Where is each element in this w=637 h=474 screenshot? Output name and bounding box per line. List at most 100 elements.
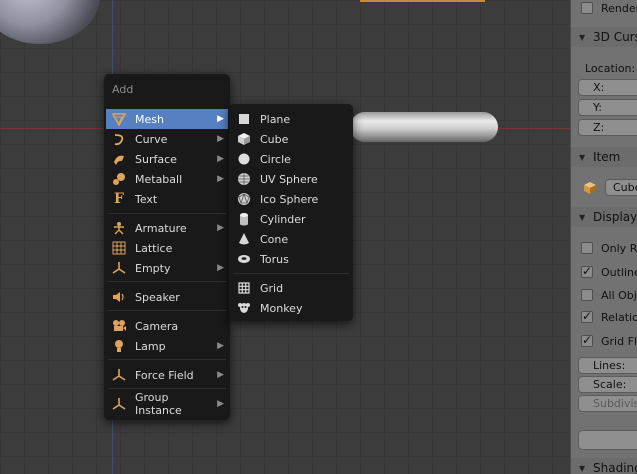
submenu-arrow-icon: ▶ bbox=[217, 223, 224, 233]
menu-separator bbox=[108, 388, 226, 389]
menu-item-mesh[interactable]: Mesh ▶ bbox=[106, 109, 228, 129]
mesh-submenu: Plane Cube Circle UV Sphere Ico Sphere C… bbox=[229, 104, 353, 321]
shading-panel-title: Shading bbox=[593, 461, 637, 474]
menu-item-camera[interactable]: Camera bbox=[106, 316, 228, 336]
mesh-item-uv-sphere[interactable]: UV Sphere bbox=[231, 169, 351, 189]
cursor-x-field[interactable]: X: bbox=[578, 79, 637, 96]
option-label: Only Re bbox=[601, 242, 637, 255]
mesh-item-cylinder[interactable]: Cylinder bbox=[231, 209, 351, 229]
camera-icon bbox=[111, 318, 127, 334]
menu-item-label: Empty bbox=[135, 261, 171, 275]
menu-item-armature[interactable]: Armature ▶ bbox=[106, 218, 228, 238]
mesh-item-cube[interactable]: Cube bbox=[231, 129, 351, 149]
lines-field[interactable]: Lines: bbox=[578, 357, 637, 374]
menu-item-label: Lamp bbox=[135, 339, 166, 353]
force-field-icon bbox=[111, 367, 127, 383]
cube-icon bbox=[236, 131, 252, 147]
menu-item-label: Cylinder bbox=[260, 212, 306, 226]
speaker-icon bbox=[111, 289, 127, 305]
mesh-item-ico-sphere[interactable]: Ico Sphere bbox=[231, 189, 351, 209]
object-cube-icon bbox=[583, 181, 597, 198]
properties-panel: Render ▼ 3D Curs Location: X: Y: Z: ▼ It… bbox=[570, 0, 637, 474]
panel-button[interactable] bbox=[578, 430, 637, 450]
menu-item-lattice[interactable]: Lattice bbox=[106, 238, 228, 258]
menu-item-label: Plane bbox=[260, 112, 291, 126]
menu-separator bbox=[108, 359, 226, 360]
cursor-z-field[interactable]: Z: bbox=[578, 119, 637, 136]
lamp-icon bbox=[111, 338, 127, 354]
scale-field[interactable]: Scale: bbox=[578, 376, 637, 393]
submenu-arrow-icon: ▶ bbox=[217, 370, 224, 380]
capsule-object[interactable] bbox=[350, 112, 498, 142]
menu-item-text[interactable]: F Text bbox=[106, 189, 228, 209]
mesh-item-monkey[interactable]: Monkey bbox=[231, 298, 351, 318]
plane-icon bbox=[236, 111, 252, 127]
mesh-item-grid[interactable]: Grid bbox=[231, 278, 351, 298]
subdivisions-field[interactable]: Subdivisi bbox=[578, 395, 637, 412]
menu-item-label: Cube bbox=[260, 132, 289, 146]
grid-icon bbox=[236, 280, 252, 296]
sphere-object[interactable] bbox=[0, 0, 100, 44]
menu-item-metaball[interactable]: Metaball ▶ bbox=[106, 169, 228, 189]
outline-checkbox[interactable] bbox=[581, 264, 593, 278]
option-label: All Obje bbox=[601, 289, 637, 302]
menu-item-label: UV Sphere bbox=[260, 172, 318, 186]
only-render-checkbox[interactable] bbox=[581, 242, 593, 254]
menu-item-label: Force Field bbox=[135, 368, 194, 382]
surface-icon bbox=[111, 151, 127, 167]
mesh-item-cone[interactable]: Cone bbox=[231, 229, 351, 249]
cursor-y-field[interactable]: Y: bbox=[578, 99, 637, 116]
metaball-icon bbox=[111, 171, 127, 187]
group-instance-icon bbox=[111, 396, 127, 412]
grid-floor-checkbox[interactable] bbox=[581, 333, 593, 347]
menu-separator bbox=[108, 281, 226, 282]
menu-item-label: Circle bbox=[260, 152, 291, 166]
menu-item-label: Surface bbox=[135, 152, 177, 166]
add-menu: Add Mesh ▶ Curve ▶ Surface ▶ Metaball ▶ … bbox=[104, 74, 230, 420]
add-menu-title: Add bbox=[112, 83, 134, 96]
menu-item-empty[interactable]: Empty ▶ bbox=[106, 258, 228, 278]
option-label: Relatio bbox=[601, 311, 637, 324]
menu-item-label: Camera bbox=[135, 319, 179, 333]
render-only-label: Render bbox=[601, 2, 637, 15]
3d-viewport[interactable]: Add Mesh ▶ Curve ▶ Surface ▶ Metaball ▶ … bbox=[0, 0, 570, 474]
menu-item-label: Monkey bbox=[260, 301, 303, 315]
option-label: Outline bbox=[601, 266, 637, 279]
render-only-checkbox[interactable] bbox=[581, 2, 593, 14]
cursor-panel-title: 3D Curs bbox=[593, 30, 637, 44]
relationship-checkbox[interactable] bbox=[581, 309, 593, 323]
monkey-icon bbox=[236, 300, 252, 316]
mesh-item-plane[interactable]: Plane bbox=[231, 109, 351, 129]
menu-item-label: Group Instance bbox=[135, 391, 182, 417]
expand-triangle-icon: ▼ bbox=[579, 213, 586, 222]
armature-icon bbox=[111, 220, 127, 236]
ico-sphere-icon bbox=[236, 191, 252, 207]
mesh-item-torus[interactable]: Torus bbox=[231, 249, 351, 269]
expand-triangle-icon: ▼ bbox=[579, 33, 586, 42]
menu-item-label: Curve bbox=[135, 132, 168, 146]
lattice-icon bbox=[111, 240, 127, 256]
empty-icon bbox=[111, 260, 127, 276]
menu-separator bbox=[108, 213, 226, 214]
mesh-item-circle[interactable]: Circle bbox=[231, 149, 351, 169]
menu-item-label: Ico Sphere bbox=[260, 192, 319, 206]
all-objects-checkbox[interactable] bbox=[581, 289, 593, 301]
menu-item-curve[interactable]: Curve ▶ bbox=[106, 129, 228, 149]
object-name-field[interactable]: Cube bbox=[605, 179, 637, 196]
expand-triangle-icon: ▼ bbox=[579, 153, 586, 162]
menu-item-surface[interactable]: Surface ▶ bbox=[106, 149, 228, 169]
menu-item-lamp[interactable]: Lamp ▶ bbox=[106, 336, 228, 356]
submenu-arrow-icon: ▶ bbox=[217, 174, 224, 184]
menu-item-label: Grid bbox=[260, 281, 284, 295]
menu-item-force-field[interactable]: Force Field ▶ bbox=[106, 365, 228, 385]
location-label: Location: bbox=[585, 62, 636, 75]
menu-item-label: Cone bbox=[260, 232, 289, 246]
menu-item-speaker[interactable]: Speaker bbox=[106, 287, 228, 307]
menu-item-label: Mesh bbox=[135, 112, 164, 126]
menu-separator bbox=[108, 310, 226, 311]
submenu-arrow-icon: ▶ bbox=[217, 399, 224, 409]
selected-object-edge[interactable] bbox=[360, 0, 485, 2]
submenu-arrow-icon: ▶ bbox=[217, 134, 224, 144]
menu-item-group-instance[interactable]: Group Instance ▶ bbox=[106, 391, 228, 417]
item-panel-title: Item bbox=[593, 150, 621, 164]
